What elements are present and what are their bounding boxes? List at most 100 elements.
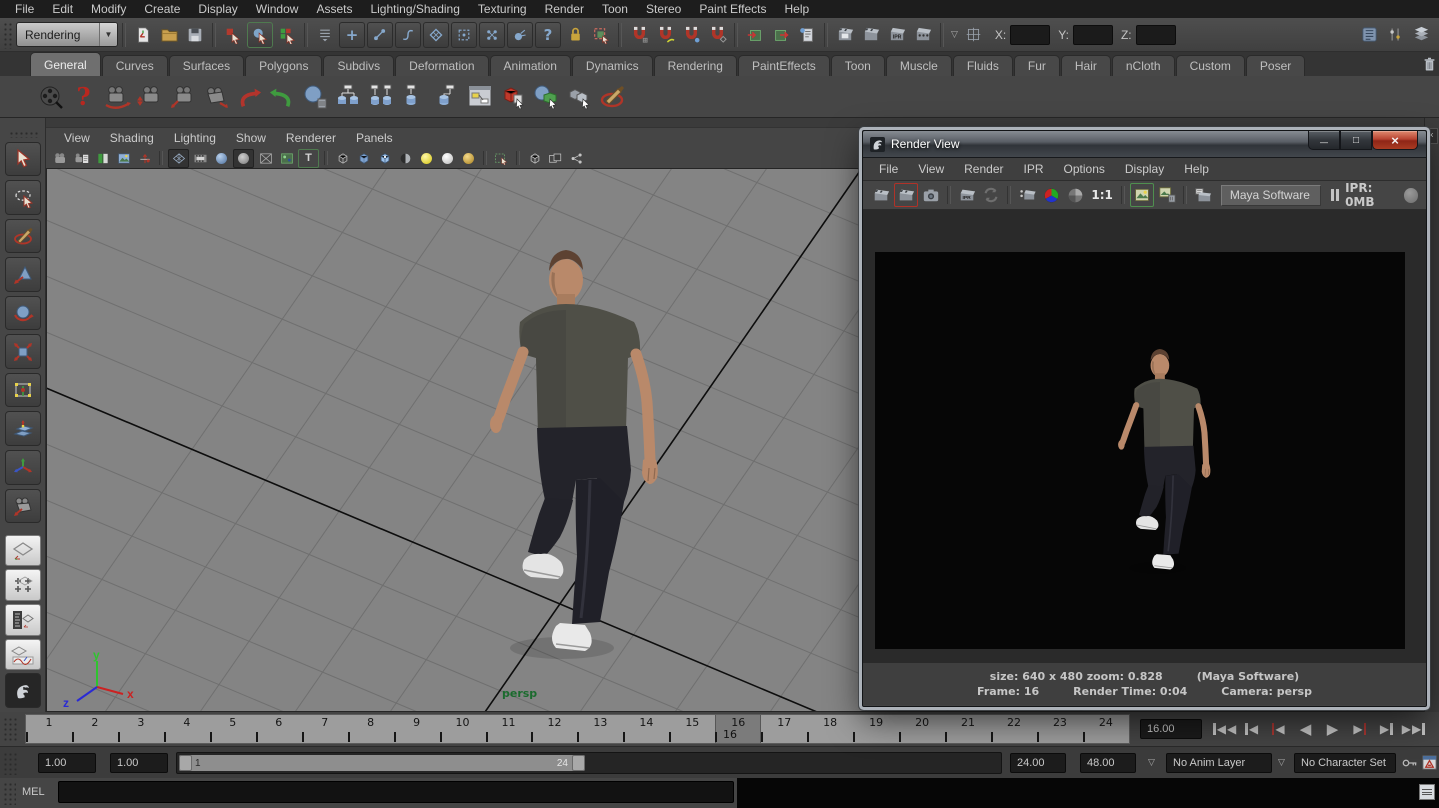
snap-to-curves-magnet-icon[interactable]: [653, 23, 677, 47]
maya-dragon-layout-icon[interactable]: [5, 673, 41, 708]
select-component-icon[interactable]: [275, 23, 299, 47]
viewport-panel-grip[interactable]: [46, 118, 1425, 128]
frame-cell[interactable]: 15: [669, 715, 715, 743]
text-display-icon[interactable]: T: [298, 149, 319, 168]
tool-settings-icon[interactable]: [1383, 23, 1407, 47]
caret-small-icon[interactable]: ▽: [951, 29, 958, 40]
frame-cell[interactable]: 13: [577, 715, 623, 743]
redo-previous-render-icon[interactable]: [894, 183, 918, 207]
character-model[interactable]: [490, 250, 658, 659]
use-all-lights-icon[interactable]: [396, 150, 415, 167]
shelf-tab[interactable]: Rendering: [654, 55, 737, 76]
range-end-handle[interactable]: [572, 755, 585, 771]
display-alpha-channel-icon[interactable]: [1064, 184, 1086, 206]
frame-cell[interactable]: 9: [394, 715, 440, 743]
move-normal-tool[interactable]: [5, 450, 41, 485]
bookmark-icon[interactable]: [93, 150, 112, 167]
select-multi-mode-icon[interactable]: [562, 80, 595, 113]
menu-item[interactable]: Stereo: [637, 0, 690, 18]
auto-key-icon[interactable]: [1422, 755, 1437, 770]
viewport-menu-item[interactable]: Panels: [346, 131, 403, 145]
camera-zoom-icon[interactable]: [199, 80, 232, 113]
render-icon[interactable]: [870, 184, 892, 206]
shelf-tab[interactable]: Subdivs: [323, 55, 394, 76]
lasso-select-tool[interactable]: [5, 180, 41, 215]
frame-cell[interactable]: 4: [164, 715, 210, 743]
menu-item[interactable]: Edit: [43, 0, 82, 18]
shelf-tab[interactable]: PaintEffects: [738, 55, 830, 76]
animation-end-field[interactable]: 48.00: [1080, 753, 1136, 773]
y-coordinate-input[interactable]: [1073, 25, 1113, 45]
shelf-tab[interactable]: Dynamics: [572, 55, 653, 76]
shelf-tab[interactable]: Curves: [102, 55, 168, 76]
command-language-label[interactable]: MEL: [22, 786, 45, 798]
select-object-icon[interactable]: [247, 22, 273, 48]
paint-effects-shelf-icon[interactable]: [595, 80, 628, 113]
camera-track-icon[interactable]: [133, 80, 166, 113]
menu-item[interactable]: Help: [776, 0, 819, 18]
frame-cell[interactable]: 22: [991, 715, 1037, 743]
shelf-tab[interactable]: Deformation: [395, 55, 488, 76]
frame-cell[interactable]: 17: [761, 715, 807, 743]
frame-cell[interactable]: 8: [348, 715, 394, 743]
chevron-down-icon[interactable]: ▽: [1148, 757, 1155, 768]
hypergraph-hierarchy-icon[interactable]: [331, 80, 364, 113]
selection-highlight-icon[interactable]: [492, 150, 511, 167]
default-material-icon[interactable]: [233, 149, 254, 168]
command-input[interactable]: [58, 781, 734, 803]
go-to-end-button[interactable]: ▶▶: [1400, 717, 1427, 741]
smooth-shade-cube-icon[interactable]: [354, 150, 373, 167]
paint-select-tool[interactable]: [5, 219, 41, 254]
chevron-down-icon[interactable]: ▽: [1278, 757, 1285, 768]
display-rgb-channels-icon[interactable]: [1040, 184, 1062, 206]
soft-modification-tool[interactable]: [5, 411, 41, 446]
play-backwards-button[interactable]: ◀: [1292, 717, 1319, 741]
character-set-field[interactable]: No Character Set: [1294, 753, 1396, 773]
step-forward-key-button[interactable]: ▶: [1346, 717, 1373, 741]
graph-persp-layout-button[interactable]: [5, 639, 41, 671]
render-view-menu-item[interactable]: Display: [1115, 162, 1174, 176]
frame-cell[interactable]: 6: [256, 715, 302, 743]
select-object-mode-icon[interactable]: [496, 80, 529, 113]
coordinate-mode-icon[interactable]: [962, 23, 986, 47]
hypergraph-output-icon[interactable]: [430, 80, 463, 113]
maximize-button[interactable]: □: [1340, 131, 1372, 150]
snap-view-icon[interactable]: [507, 22, 533, 48]
camera-dolly-icon[interactable]: [166, 80, 199, 113]
step-forward-frame-button[interactable]: ▶: [1373, 717, 1400, 741]
menu-item[interactable]: File: [6, 0, 43, 18]
move-nearest-icon[interactable]: +: [339, 22, 365, 48]
range-start-handle[interactable]: [179, 755, 192, 771]
viewport-menu-item[interactable]: Show: [226, 131, 276, 145]
shelf-tab[interactable]: Fluids: [953, 55, 1013, 76]
menu-item[interactable]: Modify: [82, 0, 135, 18]
frame-cell[interactable]: 1: [26, 715, 72, 743]
scene-reel-icon[interactable]: [34, 80, 67, 113]
menu-item[interactable]: Lighting/Shading: [361, 0, 468, 18]
frame-cell[interactable]: 2: [72, 715, 118, 743]
render-image-area[interactable]: [863, 210, 1426, 663]
snap-grids-icon[interactable]: [423, 22, 449, 48]
render-view-menu-item[interactable]: IPR: [1014, 162, 1054, 176]
menu-item[interactable]: Texturing: [469, 0, 536, 18]
script-editor-icon[interactable]: [1419, 784, 1435, 800]
hypershade-window-icon[interactable]: [463, 80, 496, 113]
viewport-menu-item[interactable]: Renderer: [276, 131, 346, 145]
output-connections-icon[interactable]: [769, 23, 793, 47]
isolate-select-icon[interactable]: [525, 150, 544, 167]
camera-orbit-icon[interactable]: [100, 80, 133, 113]
animation-start-field[interactable]: 1.00: [38, 753, 96, 773]
refresh-ipr-icon[interactable]: [980, 184, 1002, 206]
save-scene-icon[interactable]: [183, 23, 207, 47]
shelf-tab[interactable]: Polygons: [245, 55, 322, 76]
frame-cell[interactable]: 5: [210, 715, 256, 743]
select-component-mode-icon[interactable]: [529, 80, 562, 113]
menu-item[interactable]: Render: [536, 0, 593, 18]
range-grip[interactable]: [2, 751, 18, 775]
frame-cell[interactable]: 20: [899, 715, 945, 743]
frame-cell[interactable]: 18: [807, 715, 853, 743]
viewport-menu-item[interactable]: Shading: [100, 131, 164, 145]
light-white-icon[interactable]: [438, 150, 457, 167]
toolbar-grip[interactable]: [2, 21, 14, 49]
step-back-key-button[interactable]: ◀: [1265, 717, 1292, 741]
